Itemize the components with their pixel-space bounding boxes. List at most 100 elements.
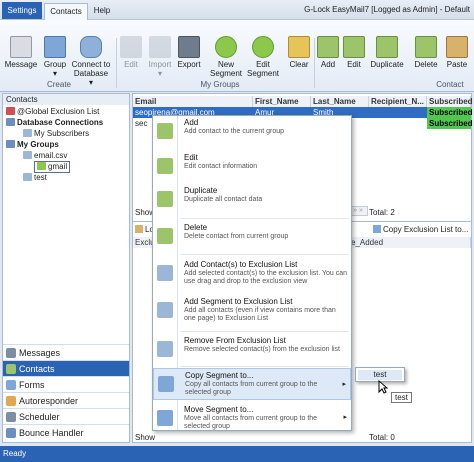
nav-scheduler[interactable]: Scheduler xyxy=(3,408,129,424)
copy-exclusion-label: Copy Exclusion List to... xyxy=(383,225,469,234)
menu-title: Duplicate xyxy=(184,186,218,195)
chevron-right-icon: ▸ xyxy=(342,381,346,388)
edit-user-icon xyxy=(157,158,173,174)
add-label: Add xyxy=(320,60,336,69)
menu-desc: Add contact to the current group xyxy=(184,128,285,135)
tree-item-gmail[interactable]: gmail xyxy=(34,161,71,173)
lock-icon xyxy=(135,225,143,233)
edit-contact-label: Edit xyxy=(347,60,361,69)
menu-title: Copy Segment to... xyxy=(185,371,254,380)
menu-item-copy-segment[interactable]: Copy Segment to... Copy all contacts from… xyxy=(153,368,351,400)
connect-label-2: Database xyxy=(73,69,109,78)
menu-item-add-segment-to-exclusion[interactable]: Add Segment to Exclusion List Add all con… xyxy=(153,295,351,331)
contacts-sidebar: Contacts @Global Exclusion List Database… xyxy=(2,93,130,443)
col-first-name-header[interactable]: First_Name xyxy=(253,96,311,107)
import-label: Import xyxy=(148,60,172,69)
chevron-down-icon: ▾ xyxy=(52,69,57,78)
tab-settings[interactable]: Settings xyxy=(2,2,42,19)
group-icon xyxy=(44,36,66,58)
delete-button[interactable]: Delete xyxy=(413,36,439,69)
menu-item-add[interactable]: Add Add contact to the current group xyxy=(153,116,351,146)
delete-user-icon xyxy=(157,228,173,244)
tree-item-test[interactable]: test xyxy=(23,173,47,183)
edit-segment-label-2: Segment xyxy=(246,69,280,78)
mouse-cursor-icon xyxy=(378,380,388,394)
duplicate-label: Duplicate xyxy=(370,60,404,69)
tree-item-email-csv[interactable]: email.csv xyxy=(23,151,67,161)
export-button[interactable]: Export xyxy=(176,36,202,69)
paste-icon xyxy=(446,36,468,58)
col-recipient-header[interactable]: Recipient_N... xyxy=(369,96,427,107)
paste-button[interactable]: Paste xyxy=(444,36,470,69)
nav-contacts[interactable]: Contacts xyxy=(3,360,129,376)
col-date-added-header[interactable]: e_Added xyxy=(351,237,383,248)
contacts-icon xyxy=(6,364,16,374)
edit-button-disabled[interactable]: Edit xyxy=(118,36,144,69)
add-contact-button[interactable]: Add xyxy=(316,36,340,69)
col-subscribed-header[interactable]: Subscribed xyxy=(427,96,473,107)
col-email-header[interactable]: Email xyxy=(133,96,253,107)
menu-desc: Duplicate all contact data xyxy=(184,196,263,203)
menu-item-remove-from-exclusion[interactable]: Remove From Exclusion List Remove selecte… xyxy=(153,334,351,366)
status-badge: Subscribed xyxy=(427,107,473,118)
menu-item-add-to-exclusion[interactable]: Add Contact(s) to Exclusion List Add sele… xyxy=(153,258,351,294)
scheduler-icon xyxy=(6,412,16,422)
clear-button[interactable]: Clear xyxy=(286,36,312,69)
edit-contact-button[interactable]: Edit xyxy=(342,36,366,69)
col-last-name-header[interactable]: Last_Name xyxy=(311,96,369,107)
menu-title: Edit xyxy=(184,153,198,162)
tree-label: @Global Exclusion List xyxy=(17,107,100,116)
tab-help[interactable]: Help xyxy=(90,3,114,20)
nav-forms[interactable]: Forms xyxy=(3,376,129,392)
add-user-icon xyxy=(157,123,173,139)
tab-contacts[interactable]: Contacts xyxy=(44,3,88,20)
menu-desc: Add selected contact(s) to the exclusion… xyxy=(184,270,348,285)
duplicate-user-icon xyxy=(376,36,398,58)
context-menu: Add Add contact to the current group Edit… xyxy=(152,115,352,431)
import-button[interactable]: Import ▾ xyxy=(145,36,175,78)
nav-label: Scheduler xyxy=(19,412,60,422)
tree-label: My Groups xyxy=(17,140,59,149)
sidebar-header: Contacts xyxy=(3,94,129,105)
nav-messages[interactable]: Messages xyxy=(3,344,129,360)
edit-segment-button[interactable]: Edit Segment xyxy=(245,36,281,78)
exclusion-segment-icon xyxy=(157,302,173,318)
bounce-icon xyxy=(6,428,16,438)
message-button[interactable]: Message xyxy=(3,36,39,69)
tree-item-my-subscribers[interactable]: My Subscribers xyxy=(23,129,89,139)
connect-label-1: Connect to xyxy=(71,60,111,69)
nav-bounce-handler[interactable]: Bounce Handler xyxy=(3,424,129,440)
chevron-right-icon: ▸ xyxy=(343,414,347,421)
nav-label: Contacts xyxy=(19,364,55,374)
menu-title: Delete xyxy=(184,223,208,232)
segment-icon xyxy=(37,162,46,170)
tree-label: Database Connections xyxy=(17,118,104,127)
tooltip: test xyxy=(391,392,412,403)
nav-label: Messages xyxy=(19,348,61,358)
submenu-item-test[interactable]: test xyxy=(358,370,402,380)
clear-label: Clear xyxy=(289,60,309,69)
tree-item-my-groups[interactable]: My Groups xyxy=(6,140,59,150)
exclusion-remove-icon xyxy=(157,341,173,357)
group-button[interactable]: Group ▾ xyxy=(40,36,70,78)
export-label: Export xyxy=(177,60,201,69)
duplicate-button[interactable]: Duplicate xyxy=(367,36,407,69)
edit-segment-label-1: Edit xyxy=(256,60,270,69)
copy-exclusion-button[interactable]: Copy Exclusion List to... xyxy=(373,225,468,234)
delete-label: Delete xyxy=(414,60,438,69)
nav-autoresponder[interactable]: Autoresponder xyxy=(3,392,129,408)
tree-item-global-exclusion[interactable]: @Global Exclusion List xyxy=(6,107,99,117)
new-segment-button[interactable]: New Segment xyxy=(208,36,244,78)
menu-item-duplicate[interactable]: Duplicate Duplicate all contact data xyxy=(153,184,351,214)
menu-item-move-segment[interactable]: Move Segment to... Move all contacts from… xyxy=(153,403,351,431)
tree-item-db-connections[interactable]: Database Connections xyxy=(6,118,103,128)
menu-item-edit[interactable]: Edit Edit contact information xyxy=(153,151,351,181)
row-email: sec xyxy=(135,119,148,128)
menu-title: Remove From Exclusion List xyxy=(184,336,286,345)
move-users-icon xyxy=(157,410,173,426)
table-icon xyxy=(23,129,32,137)
menu-item-delete[interactable]: Delete Delete contact from current group xyxy=(153,221,351,251)
total-count: Total: 2 xyxy=(369,208,395,217)
menu-separator xyxy=(181,366,349,367)
database-icon xyxy=(6,118,15,126)
